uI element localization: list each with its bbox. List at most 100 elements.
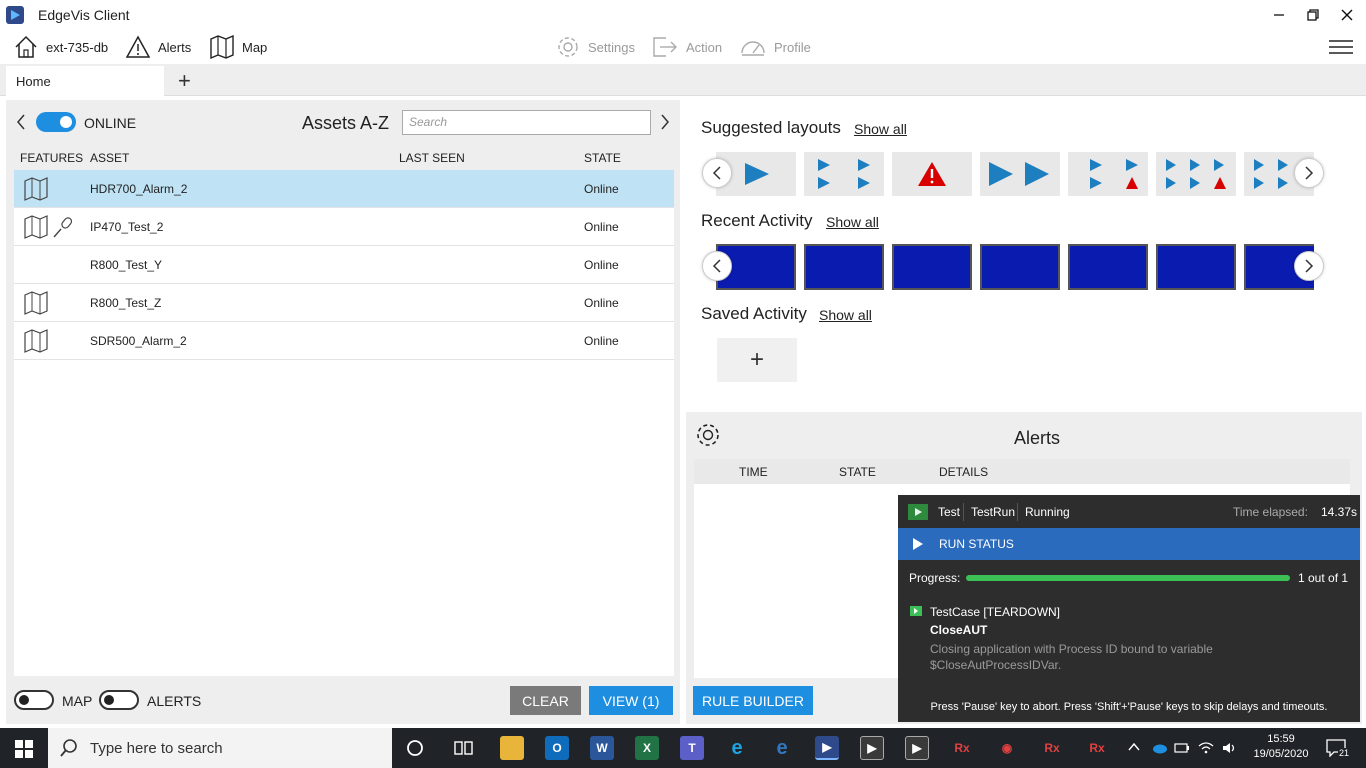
windows-start-icon[interactable] [15, 740, 33, 758]
col-alert-state[interactable]: STATE [839, 465, 876, 479]
gear-icon[interactable] [695, 422, 721, 448]
onedrive-icon[interactable] [1150, 742, 1168, 754]
recent-next-button[interactable] [1294, 251, 1324, 281]
nav-alerts[interactable]: Alerts [126, 30, 191, 64]
recent-activity-thumb[interactable] [892, 244, 972, 290]
chevron-left-icon [712, 259, 721, 273]
cortana-icon[interactable] [406, 739, 424, 757]
close-button[interactable] [1330, 0, 1364, 30]
table-row[interactable]: HDR700_Alarm_2 Online [14, 170, 674, 208]
alerts-title: Alerts [1014, 428, 1061, 448]
run-status-bar[interactable]: RUN STATUS [898, 528, 1360, 560]
teams-icon[interactable]: T [680, 736, 704, 760]
hamburger-menu-icon [1329, 40, 1353, 54]
minimize-button[interactable] [1262, 0, 1296, 30]
table-row[interactable]: R800_Test_Y Online [14, 246, 674, 284]
recent-activity-carousel [716, 244, 1314, 290]
edge-icon[interactable]: e [770, 736, 794, 760]
col-asset[interactable]: ASSET [90, 151, 129, 165]
chevron-up-icon[interactable] [1128, 742, 1140, 752]
nav-action-label: Action [686, 39, 723, 55]
suggested-layouts-carousel [716, 152, 1314, 196]
file-explorer-icon[interactable] [500, 736, 524, 760]
recent-activity-title: Recent Activity [701, 211, 813, 230]
recent-show-all-link[interactable]: Show all [826, 214, 879, 230]
add-tab-button[interactable]: + [178, 68, 191, 94]
run-status-label: RUN STATUS [939, 537, 1014, 551]
notification-center-button[interactable]: 21 [1324, 728, 1354, 768]
layout-thumb-six-alert[interactable] [1156, 152, 1236, 196]
col-state[interactable]: STATE [584, 151, 621, 165]
edgevis-client-icon[interactable]: ▶ [815, 736, 839, 760]
table-row[interactable]: SDR500_Alarm_2 Online [14, 322, 674, 360]
layout-thumb-quad-alert[interactable] [1068, 152, 1148, 196]
recent-activity-thumb[interactable] [804, 244, 884, 290]
hamburger-menu-button[interactable] [1328, 30, 1362, 64]
edgevis-encoder-icon[interactable]: ▶ [905, 736, 929, 760]
asset-state: Online [584, 296, 619, 310]
rule-builder-button[interactable]: RULE BUILDER [693, 686, 813, 715]
table-row[interactable]: R800_Test_Z Online [14, 284, 674, 322]
chevron-right-icon [1305, 166, 1314, 180]
map-icon [24, 177, 48, 201]
view-button[interactable]: VIEW (1) [589, 686, 673, 715]
nav-action[interactable]: Action [652, 30, 722, 64]
notification-count: 21 [1338, 748, 1351, 758]
col-features[interactable]: FEATURES [20, 151, 83, 165]
excel-icon[interactable]: X [635, 736, 659, 760]
volume-icon[interactable] [1222, 741, 1238, 755]
nav-map[interactable]: Map [210, 30, 267, 64]
task-view-icon[interactable] [454, 739, 474, 757]
ranorex-studio-icon[interactable]: Rx [1040, 736, 1064, 760]
assets-footer: MAP ALERTS CLEAR VIEW (1) [14, 680, 674, 720]
saved-show-all-link[interactable]: Show all [819, 307, 872, 323]
layout-thumb-alert[interactable] [892, 152, 972, 196]
word-icon[interactable]: W [590, 736, 614, 760]
nav-server-home[interactable]: ext-735-db [14, 30, 108, 64]
add-saved-activity-button[interactable]: + [717, 338, 797, 382]
warning-icon [126, 35, 150, 58]
recent-activity-thumb[interactable] [1068, 244, 1148, 290]
clock-date: 19/05/2020 [1253, 748, 1309, 760]
chevron-left-icon[interactable] [16, 114, 26, 130]
wifi-icon[interactable] [1198, 741, 1214, 755]
nav-server-label: ext-735-db [46, 39, 109, 55]
chevron-right-icon[interactable] [660, 114, 670, 130]
layout-thumb-dual[interactable] [980, 152, 1060, 196]
outlook-icon[interactable]: O [545, 736, 569, 760]
internet-explorer-icon[interactable]: e [725, 736, 749, 760]
online-toggle[interactable] [36, 112, 76, 132]
asset-search-input[interactable]: Search [402, 110, 651, 135]
map-toggle[interactable] [14, 690, 54, 710]
run-footer-hint: Press 'Pause' key to abort. Press 'Shift… [930, 701, 1328, 713]
tab-home[interactable]: Home [6, 66, 164, 96]
maximize-button[interactable] [1296, 0, 1330, 30]
taskbar-search-input[interactable]: Type here to search [48, 728, 392, 768]
clock[interactable]: 15:59 19/05/2020 [1246, 728, 1316, 768]
nav-profile[interactable]: Profile [740, 30, 811, 64]
layout-thumb-quad[interactable] [804, 152, 884, 196]
assets-panel: ONLINE Assets A-Z Search FEATURES ASSET … [6, 100, 680, 724]
ranorex-spy-icon[interactable]: ◉ [995, 736, 1019, 760]
col-details[interactable]: DETAILS [939, 465, 988, 479]
suggested-prev-button[interactable] [702, 158, 732, 188]
suggested-show-all-link[interactable]: Show all [854, 121, 907, 137]
clear-button[interactable]: CLEAR [510, 686, 581, 715]
table-row[interactable]: IP470_Test_2 Online [14, 208, 674, 246]
remote-desktop-icon[interactable]: ▶ [860, 736, 884, 760]
alerts-toggle[interactable] [99, 690, 139, 710]
map-icon [24, 215, 48, 239]
battery-icon[interactable] [1174, 742, 1190, 754]
recent-activity-thumb[interactable] [1156, 244, 1236, 290]
col-time[interactable]: TIME [739, 465, 768, 479]
ranorex-runner-icon[interactable]: Rx [1085, 736, 1109, 760]
ranorex-icon[interactable]: Rx [950, 736, 974, 760]
step-label: CloseAUT [930, 623, 988, 637]
nav-settings[interactable]: Settings [556, 30, 635, 64]
recent-activity-thumb[interactable] [980, 244, 1060, 290]
col-last-seen[interactable]: LAST SEEN [399, 151, 465, 165]
recent-prev-button[interactable] [702, 251, 732, 281]
microphone-icon [53, 217, 73, 238]
nav-alerts-label: Alerts [158, 39, 192, 55]
suggested-next-button[interactable] [1294, 158, 1324, 188]
